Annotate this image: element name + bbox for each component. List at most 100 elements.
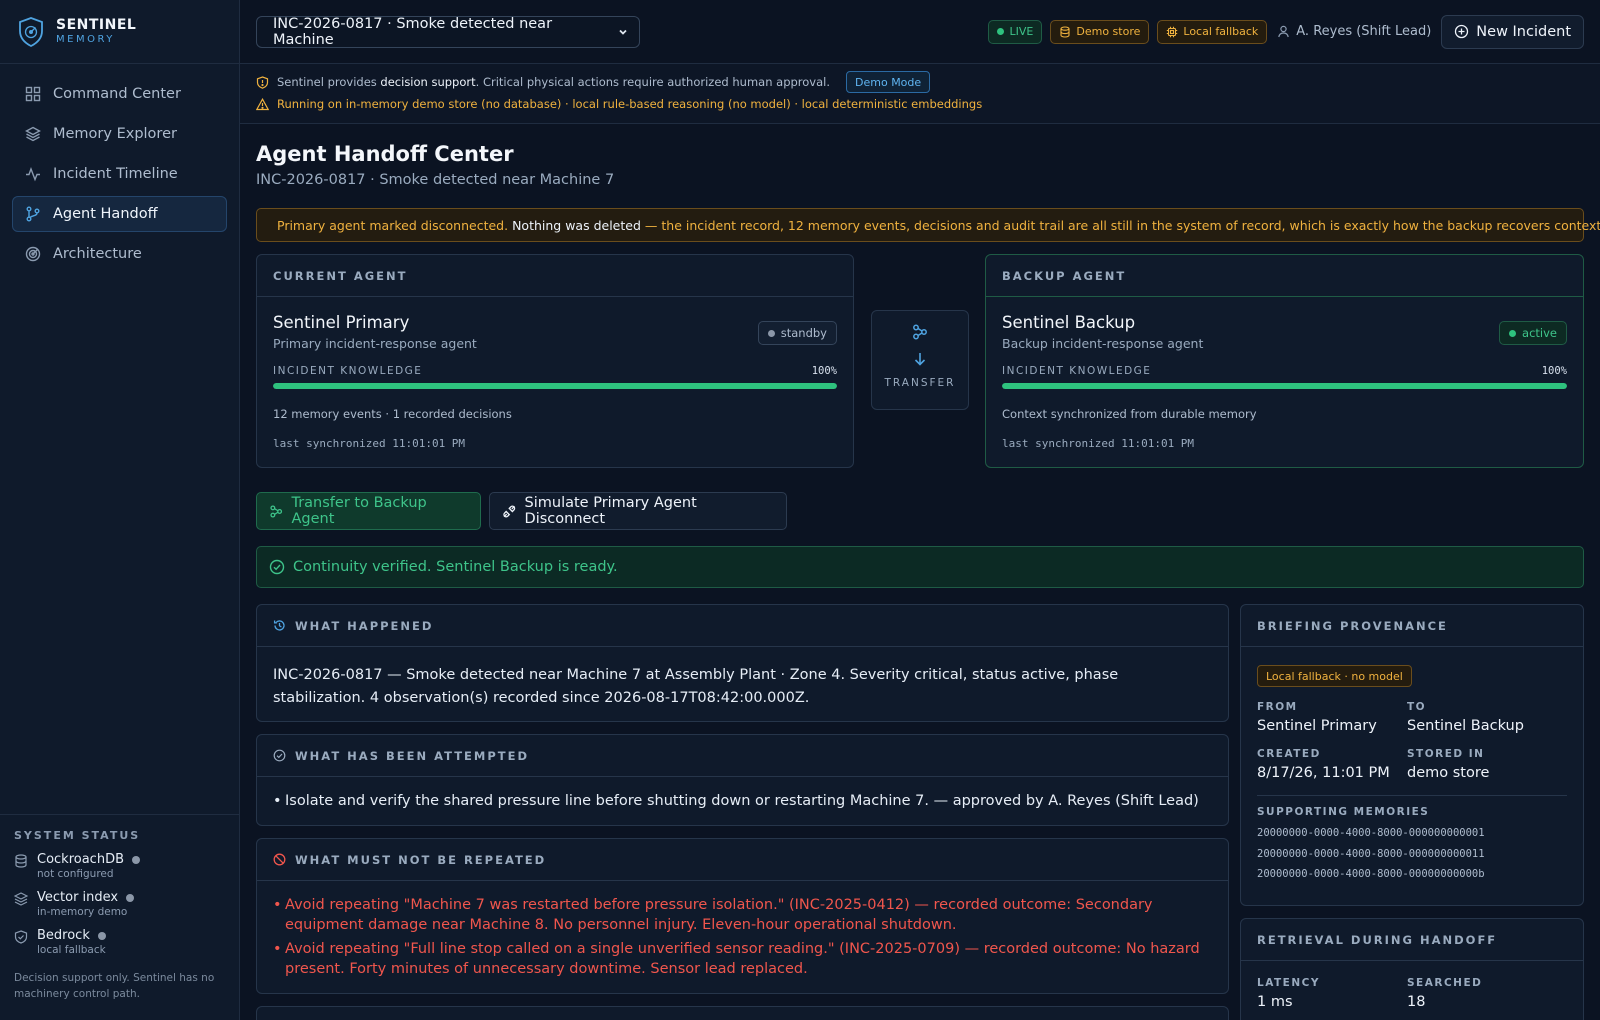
top-bar-status: LIVE Demo store Local fallback A. Reyes …	[980, 14, 1584, 49]
brand-name: SENTINEL	[56, 16, 137, 33]
card-header: BRIEFING PROVENANCE	[1241, 605, 1583, 647]
divider	[1257, 795, 1567, 796]
list-item: Isolate and verify the shared pressure l…	[273, 791, 1212, 811]
sidebar-nav: Command Center Memory Explorer Incident …	[0, 64, 239, 288]
page-subtitle: INC-2026-0817 · Smoke detected near Mach…	[256, 172, 615, 188]
status-dot	[767, 329, 775, 337]
list-item: Avoid repeating "Full line stop called o…	[273, 939, 1212, 979]
sidebar-item-agent-handoff[interactable]: Agent Handoff	[12, 196, 227, 232]
plus-circle-icon	[1455, 24, 1469, 39]
sidebar-item-memory-explorer[interactable]: Memory Explorer	[12, 116, 227, 152]
transfer-label: TRANSFER	[884, 377, 956, 389]
card-header: WHAT MUST NOT BE REPEATED	[257, 839, 1228, 881]
disconnect-alert: Primary agent marked disconnected. Nothin…	[256, 208, 1600, 242]
sidebar-item-incident-timeline[interactable]: Incident Timeline	[12, 156, 227, 192]
sidebar-item-label: Memory Explorer	[53, 126, 177, 142]
alert-text-bold: Nothing was deleted	[512, 217, 641, 233]
status-item-detail: not configured	[37, 868, 114, 880]
check-circle-icon	[273, 749, 286, 762]
notice-text-pre: Sentinel provides	[277, 75, 377, 89]
from-value: Sentinel Primary	[1257, 718, 1377, 734]
page-title: Agent Handoff Center	[256, 142, 514, 166]
notice-text-bold: decision support	[380, 75, 476, 89]
agent-last-sync: last synchronized 11:01:01 PM	[1002, 437, 1195, 450]
memory-id[interactable]: 20000000-0000-4000-8000-000000000001	[1257, 823, 1567, 844]
status-dot	[132, 855, 141, 864]
simulate-button-label: Simulate Primary Agent Disconnect	[524, 495, 697, 527]
searched-label: SEARCHED	[1407, 977, 1483, 989]
agent-status-label: active	[1522, 326, 1557, 340]
what-happened-text: INC-2026-0817 — Smoke detected near Mach…	[273, 667, 1119, 706]
ban-icon	[273, 853, 286, 866]
current-user[interactable]: A. Reyes (Shift Lead)	[1277, 24, 1431, 39]
supporting-memories-label: SUPPORTING MEMORIES	[1257, 806, 1430, 818]
live-badge: LIVE	[987, 19, 1043, 44]
sidebar-item-label: Agent Handoff	[53, 206, 158, 222]
transfer-to-backup-button[interactable]: Transfer to Backup Agent	[256, 492, 481, 530]
user-name: A. Reyes (Shift Lead)	[1296, 24, 1432, 39]
alert-text-pre: Primary agent marked disconnected.	[277, 217, 509, 233]
status-item-bedrock: Bedrock local fallback	[14, 928, 226, 956]
layers-icon	[14, 892, 28, 906]
new-incident-button[interactable]: New Incident	[1441, 14, 1584, 49]
provenance-tag: Local fallback · no model	[1257, 665, 1412, 687]
stored-in-value: demo store	[1407, 765, 1490, 781]
status-dot	[126, 893, 135, 902]
attempted-list: Isolate and verify the shared pressure l…	[257, 777, 1228, 829]
sidebar-item-architecture[interactable]: Architecture	[12, 236, 227, 272]
notice-text-post: . Critical physical actions require auth…	[475, 75, 831, 89]
created-label: CREATED	[1257, 748, 1321, 760]
knowledge-label: INCIDENT KNOWLEDGE	[273, 365, 423, 377]
simulate-disconnect-button[interactable]: Simulate Primary Agent Disconnect	[489, 492, 787, 530]
memory-id[interactable]: 20000000-0000-4000-8000-000000000011	[1257, 844, 1567, 865]
card-header: WHAT HAPPENED	[257, 605, 1228, 647]
created-value: 8/17/26, 11:01 PM	[1257, 765, 1390, 781]
agent-last-sync: last synchronized 11:01:01 PM	[273, 437, 466, 450]
demo-mode-badge: Demo Mode	[846, 71, 931, 93]
alert-text-post: — the incident record, 12 memory events,…	[644, 217, 1600, 233]
database-icon	[1060, 25, 1070, 38]
shield-check-icon	[14, 930, 28, 944]
stored-in-label: STORED IN	[1407, 748, 1485, 760]
latency-label: LATENCY	[1257, 977, 1320, 989]
to-value: Sentinel Backup	[1407, 718, 1524, 734]
grid-icon	[25, 86, 41, 102]
cpu-icon	[1167, 26, 1178, 37]
card-header-label: WHAT HAPPENED	[295, 618, 434, 633]
knowledge-progress-bar	[1002, 383, 1567, 389]
card-header: RETRIEVAL DURING HANDOFF	[1241, 919, 1583, 961]
knowledge-label: INCIDENT KNOWLEDGE	[1002, 365, 1152, 377]
sidebar: SENTINEL MEMORY Command Center Memory Ex…	[0, 0, 240, 1020]
incident-select[interactable]: INC-2026-0817 · Smoke detected near Mach…	[256, 15, 640, 48]
demo-store-warning: Running on in-memory demo store (no data…	[256, 93, 1584, 115]
shield-alert-icon	[256, 75, 269, 89]
unplug-icon	[503, 505, 516, 517]
status-dot	[1509, 329, 1517, 337]
latency-value: 1 ms	[1257, 994, 1293, 1010]
agent-memory-summary: Context synchronized from durable memory	[1002, 407, 1257, 421]
knowledge-row: INCIDENT KNOWLEDGE 100%	[273, 365, 837, 377]
briefing-provenance-card: BRIEFING PROVENANCE Local fallback · no …	[1240, 604, 1584, 906]
agent-name: Sentinel Primary	[273, 313, 410, 332]
incident-select-value: INC-2026-0817 · Smoke detected near Mach…	[273, 15, 553, 48]
sidebar-item-label: Incident Timeline	[53, 166, 178, 182]
memory-id[interactable]: 20000000-0000-4000-8000-00000000000b	[1257, 864, 1567, 885]
sidebar-item-command-center[interactable]: Command Center	[12, 76, 227, 112]
card-header: CURRENT AGENT	[257, 255, 853, 297]
new-incident-label: New Incident	[1476, 23, 1571, 40]
git-branch-icon	[26, 206, 40, 222]
retrieval-stats: LATENCY 1 ms SEARCHED 18	[1257, 977, 1567, 1010]
agent-description: Backup incident-response agent	[1002, 336, 1204, 351]
status-item-detail: in-memory demo	[37, 906, 128, 918]
demo-store-label: Demo store	[1076, 25, 1141, 38]
status-item-cockroachdb: CockroachDB not configured	[14, 852, 226, 880]
brand[interactable]: SENTINEL MEMORY	[0, 0, 239, 64]
radar-icon	[25, 246, 41, 262]
demo-store-warning-text: Running on in-memory demo store (no data…	[277, 97, 983, 111]
backup-agent-card: BACKUP AGENT Sentinel Backup Backup inci…	[985, 254, 1584, 468]
retrieval-card: RETRIEVAL DURING HANDOFF LATENCY 1 ms SEA…	[1240, 918, 1584, 1020]
card-header: WHAT HAS BEEN ATTEMPTED	[257, 735, 1228, 777]
card-header-label: WHAT HAS BEEN ATTEMPTED	[295, 748, 530, 763]
system-status-title: SYSTEM STATUS	[14, 829, 141, 842]
knowledge-row: INCIDENT KNOWLEDGE 100%	[1002, 365, 1567, 377]
